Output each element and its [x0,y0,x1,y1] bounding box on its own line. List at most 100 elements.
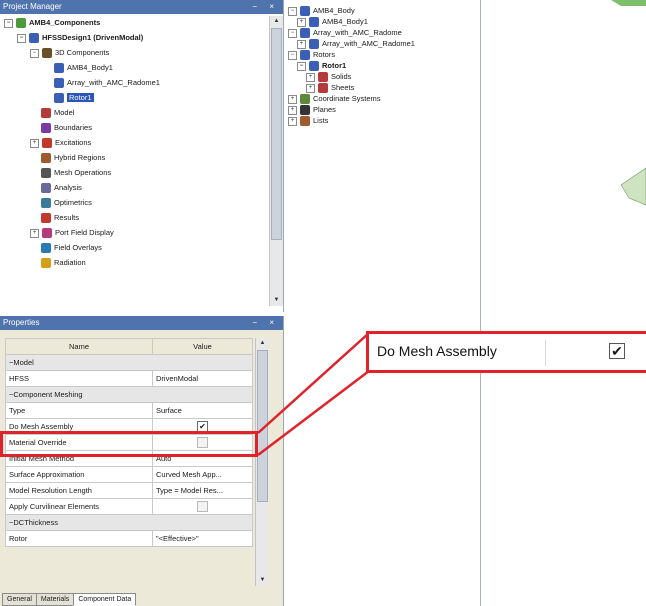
property-name: Rotor [5,530,153,547]
property-group-row[interactable]: −DCThickness [5,514,253,531]
property-group-label[interactable]: −Component Meshing [5,386,253,403]
tree-node-results[interactable]: Results [30,211,79,224]
tree-node-optimetrics[interactable]: Optimetrics [30,196,92,209]
property-value[interactable]: DrivenModal [152,370,253,387]
tree-node-label: Radiation [54,258,86,267]
property-name: HFSS [5,370,153,387]
scroll-down-icon[interactable]: ▼ [270,295,283,306]
expand-icon[interactable]: + [288,116,297,126]
property-name: Apply Curvilinear Elements [5,498,153,515]
property-group-label[interactable]: −Model [5,354,253,371]
scrollbar-thumb[interactable] [271,28,282,240]
tree-node-icon [42,48,52,59]
name-column-header[interactable]: Name [5,338,153,355]
model-geometry-fragment [620,167,646,206]
tab-component-data[interactable]: Component Data [73,593,137,606]
collapse-icon[interactable]: − [288,6,297,16]
property-value[interactable]: Type = Model Res... [152,482,253,499]
tree-node-icon [54,63,64,74]
property-group-label[interactable]: −DCThickness [5,514,253,531]
tree-node-field-overlays[interactable]: Field Overlays [30,241,102,254]
tree-node-radiation[interactable]: Radiation [30,256,86,269]
tree-node-array-with-amc-radome1[interactable]: Array_with_AMC_Radome1 [43,76,160,89]
tree-node-boundaries[interactable]: Boundaries [30,121,92,134]
collapse-icon[interactable]: − [4,18,13,28]
tree-node-excitations[interactable]: + Excitations [30,136,91,149]
tree-node-hybrid-regions[interactable]: Hybrid Regions [30,151,105,164]
property-group-row[interactable]: −Model [5,354,253,371]
tree-node-analysis[interactable]: Analysis [30,181,82,194]
property-row[interactable]: Apply Curvilinear Elements [5,498,253,515]
property-checkbox[interactable] [197,501,208,512]
scrollbar-thumb[interactable] [257,350,268,502]
tab-materials[interactable]: Materials [35,593,75,606]
collapse-icon[interactable]: − [30,48,39,58]
tree-node-icon [41,123,51,134]
tree-node-amb4-body1[interactable]: AMB4_Body1 [43,61,113,74]
tree-node-model[interactable]: Model [30,106,74,119]
collapse-icon[interactable]: − [17,33,26,43]
callout-divider [545,340,546,366]
tree-node-label: Array_with_AMC_Radome [313,28,402,37]
property-name: Type [5,402,153,419]
tree-node-icon [29,33,39,44]
properties-tabs: General Materials Component Data [2,593,137,606]
collapse-icon[interactable]: − [288,50,297,60]
scroll-up-icon[interactable]: ▲ [256,338,269,349]
property-value[interactable]: "<Effective>" [152,530,253,547]
collapse-icon[interactable]: − [297,61,306,71]
tree-node-label: Rotor1 [67,93,94,102]
property-name: Surface Approximation [5,466,153,483]
tree-node-label: Planes [313,105,336,114]
tree-node-rotor1[interactable]: Rotor1 [43,91,94,104]
tree-node-icon [41,183,51,194]
property-value[interactable]: Surface [152,402,253,419]
tree-node-label: AMB4_Body [313,6,355,15]
tree-node-mesh-operations[interactable]: Mesh Operations [30,166,111,179]
3d-view-canvas[interactable] [481,0,646,606]
property-row[interactable]: Rotor "<Effective>" [5,530,253,547]
tree-node-label: Port Field Display [55,228,114,237]
panel-controls[interactable]: − × [252,316,279,330]
tree-node-hfssdesign1-drivenmodal[interactable]: − HFSSDesign1 (DrivenModal) [17,31,143,44]
tree-node-icon [54,93,64,104]
property-value[interactable]: Curved Mesh App... [152,466,253,483]
tree-node-amb4-components[interactable]: − AMB4_Components [4,16,100,29]
tree-node-icon [41,213,51,224]
panel-controls[interactable]: − × [252,0,279,14]
property-row[interactable]: HFSS DrivenModal [5,370,253,387]
value-column-header[interactable]: Value [152,338,253,355]
tab-general[interactable]: General [2,593,37,606]
callout-label: Do Mesh Assembly [377,343,497,359]
tree-node-label: Model [54,108,75,117]
expand-icon[interactable]: + [30,138,39,148]
collapse-icon[interactable]: − [288,28,297,38]
tree-node-lists[interactable]: + Lists [288,114,328,127]
tree-node-label: Mesh Operations [54,168,112,177]
model-tree-panel: − AMB4_Body + AMB4_Body1 − Array_with_AMC_Rad… [284,0,481,606]
tree-node-3d-components[interactable]: − 3D Components [30,46,109,59]
property-row[interactable]: Model Resolution Length Type = Model Res.… [5,482,253,499]
project-tree: − AMB4_Components − HFSSDesign1 (DrivenModa… [0,16,269,312]
tree-node-label: AMB4_Body1 [322,17,368,26]
project-tree-scrollbar[interactable]: ▲ ▼ [269,16,283,306]
tree-node-label: 3D Components [55,48,110,57]
tree-node-icon [41,258,51,269]
tree-node-label: Solids [331,72,352,81]
property-group-row[interactable]: −Component Meshing [5,386,253,403]
scroll-down-icon[interactable]: ▼ [256,575,269,586]
properties-title: Properties [3,318,40,327]
expand-icon[interactable]: + [30,228,39,238]
tree-node-icon [41,108,51,119]
property-row[interactable]: Type Surface [5,402,253,419]
scroll-up-icon[interactable]: ▲ [270,16,283,27]
tree-node-label: Rotor1 [322,61,347,70]
property-value[interactable] [152,498,253,515]
tree-node-label: Excitations [55,138,92,147]
property-row[interactable]: Surface Approximation Curved Mesh App... [5,466,253,483]
properties-panel: Properties − × Name Value −Model HFSS Driv… [0,316,284,606]
properties-scrollbar[interactable]: ▲ ▼ [255,338,269,586]
tree-node-icon [16,18,26,29]
tree-node-label: HFSSDesign1 (DrivenModal) [42,33,144,42]
tree-node-port-field-display[interactable]: + Port Field Display [30,226,114,239]
